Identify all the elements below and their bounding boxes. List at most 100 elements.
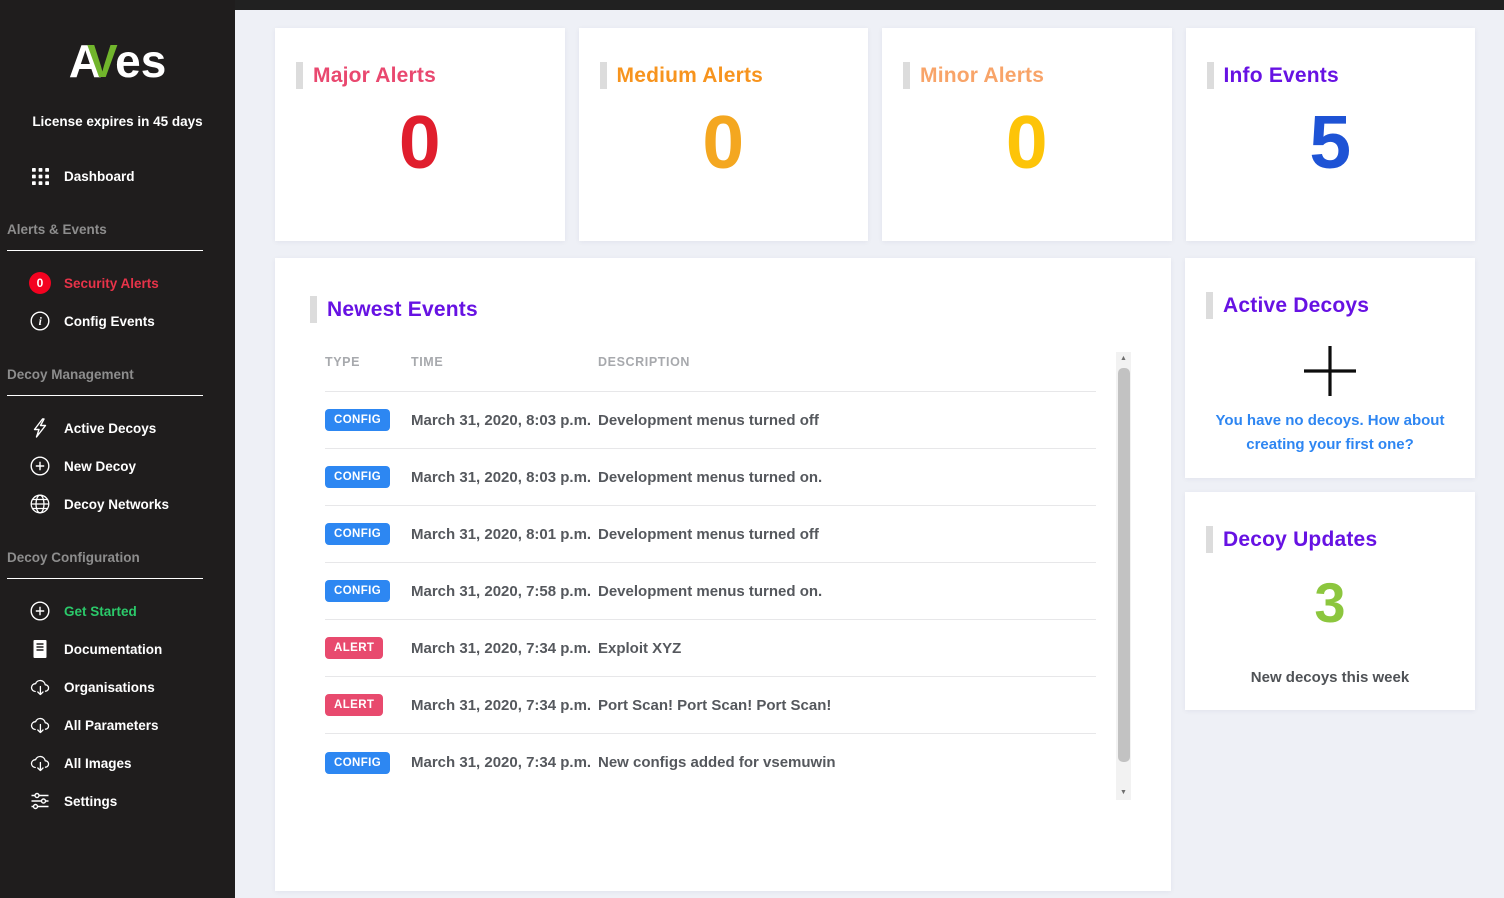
sidebar-section-alerts-events: Alerts & Events 0 Security Alerts i Config E… xyxy=(0,222,235,340)
events-table-header: TYPE TIME DESCRIPTION xyxy=(325,355,1096,392)
main-row: Newest Events TYPE TIME DESCRIPTION CONF… xyxy=(275,258,1475,891)
sidebar-item-all-parameters[interactable]: All Parameters xyxy=(0,706,235,744)
main-area: Major Alerts 0 Medium Alerts 0 Minor Alerts 0… xyxy=(235,0,1504,891)
svg-text:i: i xyxy=(39,316,43,328)
sidebar-item-dashboard[interactable]: Dashboard xyxy=(0,157,235,195)
sidebar-item-security-alerts[interactable]: 0 Security Alerts xyxy=(0,264,235,302)
plus-circle-icon xyxy=(29,600,51,622)
sidebar-item-label: Active Decoys xyxy=(64,420,157,436)
sidebar-item-documentation[interactable]: Documentation xyxy=(0,630,235,668)
create-first-decoy-link[interactable]: You have no decoys. How about creating y… xyxy=(1211,409,1449,457)
event-type-badge: CONFIG xyxy=(325,409,391,431)
sidebar-item-label: Decoy Networks xyxy=(64,496,170,512)
sidebar-item-label: New Decoy xyxy=(64,458,137,474)
event-row: CONFIG March 31, 2020, 8:01 p.m. Developme… xyxy=(325,506,1096,563)
stats-row: Major Alerts 0 Medium Alerts 0 Minor Alerts 0… xyxy=(275,28,1475,241)
events-panel-header: Newest Events xyxy=(275,258,1171,323)
event-row: CONFIG March 31, 2020, 8:03 p.m. Developme… xyxy=(325,449,1096,506)
sidebar-item-label: Documentation xyxy=(64,641,163,657)
plus-circle-icon xyxy=(29,455,51,477)
app-logo: AVes xyxy=(0,38,235,84)
section-title: Alerts & Events xyxy=(7,222,203,251)
sidebar-item-decoy-networks[interactable]: Decoy Networks xyxy=(0,485,235,523)
title-accent-bar xyxy=(903,62,910,89)
column-header-type: TYPE xyxy=(325,355,361,369)
events-table: TYPE TIME DESCRIPTION CONFIG March 31, 20… xyxy=(325,355,1096,791)
event-description: Development menus turned on. xyxy=(598,582,823,600)
scrollbar-up-arrow-icon[interactable]: ▲ xyxy=(1116,352,1131,366)
stat-card-title: Info Events xyxy=(1223,63,1339,87)
sidebar-item-label: Settings xyxy=(64,793,118,809)
event-time: March 31, 2020, 8:03 p.m. xyxy=(411,411,592,429)
scrollbar-down-arrow-icon[interactable]: ▼ xyxy=(1116,786,1131,800)
sidebar-sections: Alerts & Events 0 Security Alerts i Config E… xyxy=(0,222,235,820)
events-table-body: CONFIG March 31, 2020, 8:03 p.m. Developme… xyxy=(325,392,1096,791)
stat-card-value: 5 xyxy=(1309,100,1352,184)
events-panel-title: Newest Events xyxy=(327,297,478,321)
medium-alerts-card: Medium Alerts 0 xyxy=(578,28,869,241)
decoy-updates-header: Decoy Updates xyxy=(1185,492,1475,553)
event-row: ALERT March 31, 2020, 7:34 p.m. Port Scan!… xyxy=(325,677,1096,734)
event-row: CONFIG March 31, 2020, 7:58 p.m. Developme… xyxy=(325,563,1096,620)
sidebar-item-settings[interactable]: Settings xyxy=(0,782,235,820)
cloud-download-icon xyxy=(29,714,51,736)
sidebar-item-new-decoy[interactable]: New Decoy xyxy=(0,447,235,485)
sidebar-item-active-decoys[interactable]: Active Decoys xyxy=(0,409,235,447)
event-type-badge: CONFIG xyxy=(325,580,391,602)
cloud-download-icon xyxy=(29,752,51,774)
sidebar-item-organisations[interactable]: Organisations xyxy=(0,668,235,706)
sidebar: AVes License expires in 45 days Dashboar… xyxy=(0,0,235,898)
stat-card-title: Medium Alerts xyxy=(616,63,764,87)
stat-card-value: 0 xyxy=(1005,100,1048,184)
active-decoys-header: Active Decoys xyxy=(1185,258,1475,319)
top-bar xyxy=(235,0,1504,10)
event-description: Development menus turned off xyxy=(598,525,819,543)
stat-card-value: 0 xyxy=(398,100,441,184)
sidebar-item-label: All Parameters xyxy=(64,717,159,733)
event-description: Development menus turned on. xyxy=(598,468,823,486)
event-type-badge: CONFIG xyxy=(325,523,391,545)
right-column: Active Decoys You have no decoys. How ab… xyxy=(1185,258,1475,710)
newest-events-panel: Newest Events TYPE TIME DESCRIPTION CONF… xyxy=(275,258,1171,891)
sidebar-item-config-events[interactable]: i Config Events xyxy=(0,302,235,340)
events-scrollbar[interactable]: ▲ ▼ xyxy=(1116,352,1131,800)
sidebar-item-get-started[interactable]: Get Started xyxy=(0,592,235,630)
event-row: ALERT March 31, 2020, 7:34 p.m. Exploit XY… xyxy=(325,620,1096,677)
license-text: License expires in 45 days xyxy=(32,114,203,129)
sidebar-item-label: Organisations xyxy=(64,679,155,695)
column-header-description: DESCRIPTION xyxy=(598,355,691,369)
logo-letter-v: V xyxy=(86,35,116,87)
sidebar-item-label: Security Alerts xyxy=(64,275,159,291)
create-decoy-plus-icon[interactable] xyxy=(1185,345,1475,397)
alert-badge-icon: 0 xyxy=(29,272,51,294)
stat-card-header: Info Events xyxy=(1186,28,1476,89)
event-time: March 31, 2020, 7:34 p.m. xyxy=(411,639,592,657)
event-time: March 31, 2020, 7:34 p.m. xyxy=(411,696,592,714)
section-title: Decoy Configuration xyxy=(7,550,203,579)
title-accent-bar xyxy=(310,296,317,323)
grid-icon xyxy=(29,165,51,187)
cloud-download-icon xyxy=(29,676,51,698)
minor-alerts-card: Minor Alerts 0 xyxy=(882,28,1172,241)
event-description: Port Scan! Port Scan! Port Scan! xyxy=(598,696,832,714)
stat-card-header: Minor Alerts xyxy=(882,28,1172,89)
sidebar-item-all-images[interactable]: All Images xyxy=(0,744,235,782)
column-header-time: TIME xyxy=(411,355,444,369)
sliders-icon xyxy=(29,790,51,812)
decoy-updates-title: Decoy Updates xyxy=(1223,527,1378,551)
decoy-updates-caption: New decoys this week xyxy=(1250,669,1410,686)
active-decoys-title: Active Decoys xyxy=(1223,293,1370,317)
stat-card-title: Minor Alerts xyxy=(920,63,1045,87)
stat-card-header: Medium Alerts xyxy=(579,28,869,89)
sidebar-item-label: Config Events xyxy=(64,313,155,329)
event-time: March 31, 2020, 7:34 p.m. xyxy=(411,754,592,771)
sidebar-item-label: All Images xyxy=(64,755,132,771)
info-events-card: Info Events 5 xyxy=(1185,28,1476,241)
event-type-badge: ALERT xyxy=(325,694,384,716)
logo-letters-es: es xyxy=(115,35,167,87)
document-icon xyxy=(29,638,51,660)
event-description: Exploit XYZ xyxy=(598,639,682,657)
event-description: Development menus turned off xyxy=(598,411,819,429)
stat-card-title: Major Alerts xyxy=(313,63,436,87)
scrollbar-thumb[interactable] xyxy=(1117,368,1130,762)
